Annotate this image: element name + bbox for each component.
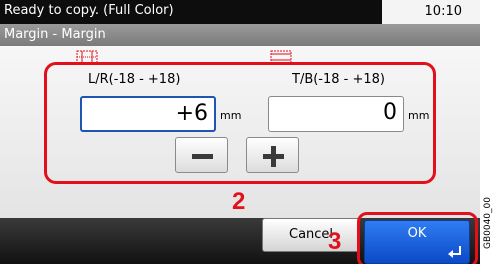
- tb-value-field[interactable]: 0: [268, 96, 404, 132]
- title-bar: Margin - Margin: [0, 24, 480, 46]
- plus-icon: [263, 146, 284, 167]
- status-time-area: 10:10: [382, 0, 480, 24]
- lr-value-field[interactable]: +6: [80, 96, 216, 132]
- cancel-button-label: Cancel: [289, 227, 334, 242]
- copier-screen: Ready to copy. (Full Color) 10:10 Margin…: [0, 0, 480, 264]
- step-2-callout: 2: [232, 188, 246, 215]
- step-3-callout: 3: [328, 228, 342, 255]
- increase-button[interactable]: [246, 137, 299, 173]
- status-bar: Ready to copy. (Full Color) 10:10: [0, 0, 480, 24]
- minus-icon: [192, 154, 213, 159]
- lr-label: L/R(-18 - +18): [88, 72, 181, 87]
- status-time: 10:10: [424, 4, 462, 19]
- lr-value: +6: [175, 101, 208, 126]
- decrease-button[interactable]: [175, 137, 228, 173]
- ok-button-highlight: [357, 212, 478, 264]
- status-message: Ready to copy. (Full Color): [4, 3, 174, 18]
- page-title: Margin - Margin: [4, 27, 106, 42]
- figure-id-area: GB0040_00: [480, 188, 493, 264]
- tb-value: 0: [383, 100, 397, 125]
- cancel-button[interactable]: Cancel: [262, 218, 360, 252]
- status-message-area: Ready to copy. (Full Color): [0, 0, 382, 24]
- lr-unit: mm: [220, 109, 242, 122]
- figure-id: GB0040_00: [483, 197, 493, 250]
- tb-unit: mm: [408, 109, 430, 122]
- tb-label: T/B(-18 - +18): [292, 72, 386, 87]
